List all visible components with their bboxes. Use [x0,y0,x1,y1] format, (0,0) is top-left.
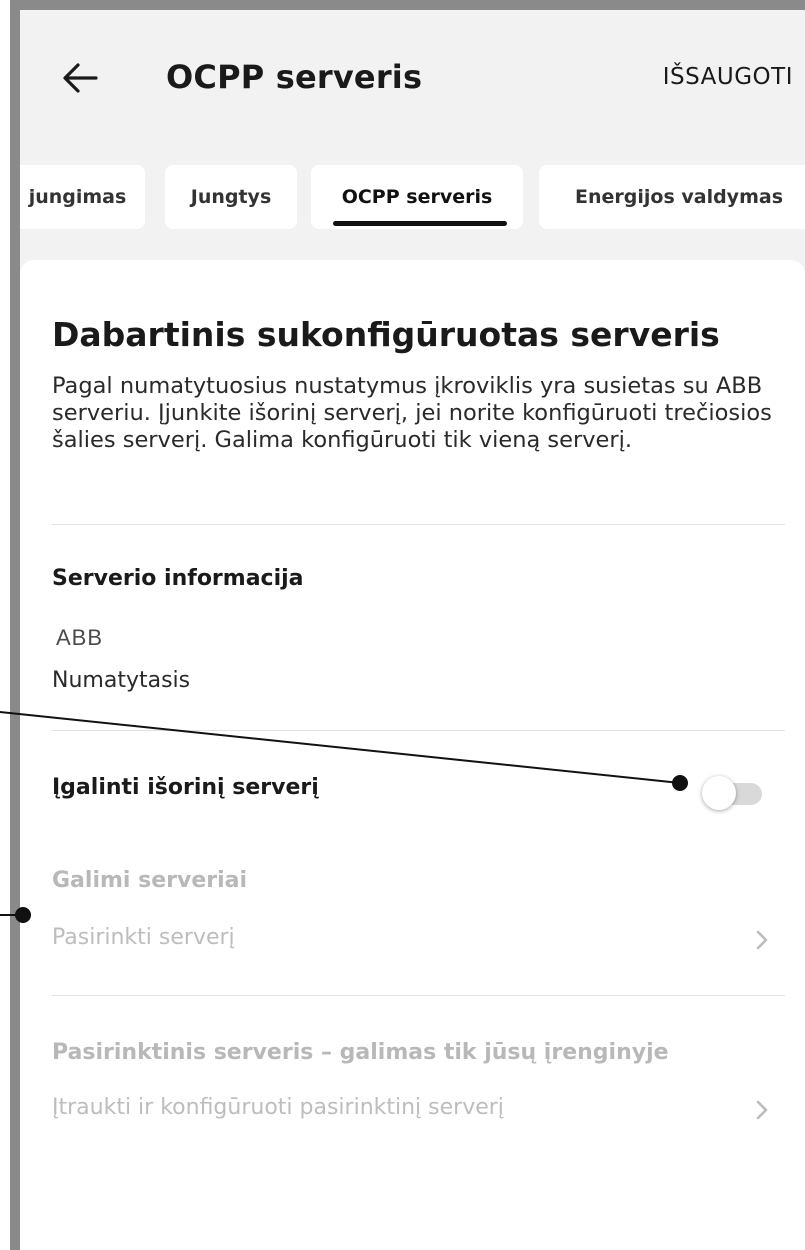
chevron-right-icon [750,1095,774,1125]
add-custom-server-row[interactable]: Įtraukti ir konfigūruoti pasirinktinį se… [40,1085,800,1135]
app-screen: OCPP serveris IŠSAUGOTI jungimas Jungtys… [20,10,805,1250]
external-server-toggle[interactable] [698,775,768,811]
page-title: OCPP serveris [166,58,423,96]
back-arrow-icon[interactable] [58,56,102,100]
select-server-placeholder: Pasirinkti serverį [52,925,235,950]
screenshot-frame-left [10,0,20,1250]
tab-label: Energijos valdymas [575,186,783,208]
divider [52,730,785,731]
tab-ocpp-server[interactable]: OCPP serveris [311,165,523,229]
tab-bar: jungimas Jungtys OCPP serveris Energijos… [20,165,805,229]
tab-label: OCPP serveris [341,186,493,208]
abb-logo: ABB [56,625,104,650]
custom-server-label: Pasirinktinis serveris – galimas tik jūs… [52,1040,669,1065]
chevron-right-icon [750,925,774,955]
tab-label: Jungtys [190,186,272,208]
save-button[interactable]: IŠSAUGOTI [663,64,793,90]
divider [52,524,785,525]
server-info-label: Serverio informacija [52,566,304,591]
select-server-row[interactable]: Pasirinkti serverį [40,915,800,965]
toggle-knob [702,776,736,810]
external-server-label: Įgalinti išorinį serverį [52,775,319,800]
available-servers-label: Galimi serveriai [52,868,248,893]
add-custom-server-text: Įtraukti ir konfigūruoti pasirinktinį se… [52,1095,504,1120]
tab-label: jungimas [28,186,127,208]
tab-connectors[interactable]: Jungtys [165,165,297,229]
server-info-value: Numatytasis [52,668,191,693]
tab-energy-management[interactable]: Energijos valdymas [539,165,805,229]
section-title: Dabartinis sukonfigūruotas serveris [52,315,720,354]
screenshot-frame-top [0,0,805,10]
tab-connection[interactable]: jungimas [20,165,145,229]
active-tab-indicator [333,221,507,226]
app-header: OCPP serveris IŠSAUGOTI [20,10,805,155]
section-description: Pagal numatytuosius nustatymus įkrovikli… [52,373,772,453]
divider [52,995,785,996]
